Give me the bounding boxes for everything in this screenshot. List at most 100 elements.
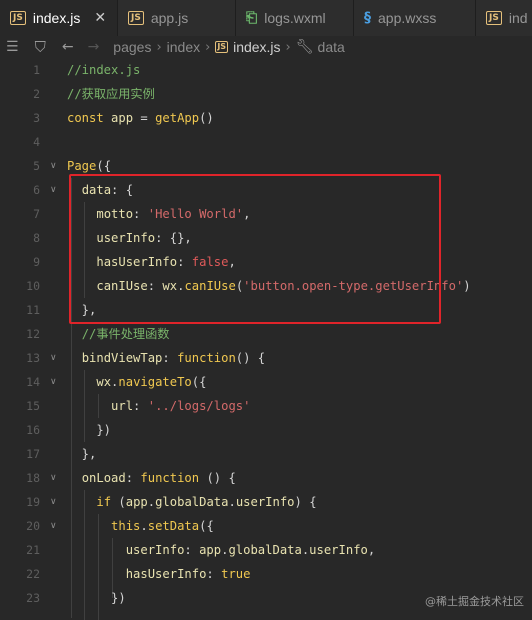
code-token: userInfo <box>125 543 185 557</box>
code-line[interactable]: 12 //事件处理函数 <box>0 322 532 346</box>
code-line[interactable]: 22 hasUserInfo: true <box>0 562 532 586</box>
code-token: setData <box>147 519 200 533</box>
code-line[interactable]: 1 //index.js <box>0 58 532 82</box>
css-file-icon: § <box>364 10 371 26</box>
line-number: 10 <box>26 279 40 293</box>
tab-logs-wxml[interactable]: ⎗ logs.wxml <box>236 0 354 36</box>
code-line[interactable]: 21 userInfo: app.globalData.userInfo, <box>0 538 532 562</box>
line-number: 14 <box>26 375 40 389</box>
code-token: ({ <box>96 159 112 173</box>
code-token: function <box>140 471 200 485</box>
breadcrumb-item-symbol[interactable]: data <box>318 39 345 55</box>
code-token: : <box>125 471 141 485</box>
code-token: userInfo <box>309 543 368 557</box>
code-token: app <box>199 543 222 557</box>
code-token: //获取应用实例 <box>67 87 155 101</box>
code-line[interactable]: 16 }) <box>0 418 532 442</box>
fold-chevron-icon[interactable]: ∨ <box>50 370 57 394</box>
fold-chevron-icon[interactable]: ∨ <box>50 154 57 178</box>
code-text: hasUserInfo: true <box>67 562 251 586</box>
code-line[interactable]: 14 ∨ wx.navigateTo({ <box>0 370 532 394</box>
fold-chevron-icon[interactable]: ∨ <box>50 178 57 202</box>
fold-chevron-icon[interactable]: ∨ <box>50 466 57 490</box>
line-number: 17 <box>26 447 40 461</box>
code-line[interactable]: 19 ∨ if (app.globalData.userInfo) { <box>0 490 532 514</box>
line-number: 20 <box>26 519 40 533</box>
code-text: wx.navigateTo({ <box>67 370 206 394</box>
code-token: userInfo <box>235 495 295 509</box>
tab-ind[interactable]: JS ind <box>476 0 532 36</box>
line-number: 12 <box>26 327 40 341</box>
code-line[interactable]: 13 ∨ bindViewTap: function() { <box>0 346 532 370</box>
code-line[interactable]: 17 }, <box>0 442 532 466</box>
code-token: , <box>367 543 376 557</box>
code-line[interactable]: 20 ∨ this.setData({ <box>0 514 532 538</box>
code-token: wx <box>96 375 112 389</box>
tab-app-js[interactable]: JS app.js <box>118 0 236 36</box>
code-token: : <box>162 351 178 365</box>
code-token: ({ <box>191 375 207 389</box>
line-number: 23 <box>26 591 40 605</box>
editor-tab-bar: JS index.js ✕ JS app.js ⎗ logs.wxml § app.wxss JS… <box>0 0 532 37</box>
line-number: 21 <box>26 543 40 557</box>
breadcrumb-item-file[interactable]: index.js <box>233 39 280 55</box>
line-number: 7 <box>33 207 40 221</box>
breadcrumb-item-pages[interactable]: pages <box>113 39 151 55</box>
code-text: url: '../logs/logs' <box>67 394 250 418</box>
code-token: app <box>111 111 134 125</box>
tab-label: app.js <box>150 10 189 26</box>
fold-chevron-icon[interactable]: ∨ <box>50 514 57 538</box>
code-text: }) <box>67 586 126 610</box>
tab-label: logs.wxml <box>264 10 326 26</box>
wrench-icon: 🔧︎ <box>295 39 314 55</box>
code-text: if (app.globalData.userInfo) { <box>67 490 317 514</box>
code-token: getApp <box>155 111 200 125</box>
code-token: () { <box>199 471 236 485</box>
code-editor[interactable]: 1//index.js 2//获取应用实例 3 const app = getApp(… <box>0 58 532 620</box>
code-line[interactable]: 2 //获取应用实例 <box>0 82 532 106</box>
code-line[interactable]: 4 <box>0 130 532 154</box>
js-file-icon: JS <box>128 11 144 25</box>
fold-chevron-icon[interactable]: ∨ <box>50 490 57 514</box>
code-line[interactable]: 15 url: '../logs/logs' <box>0 394 532 418</box>
code-token: }) <box>67 423 112 437</box>
code-token: hasUserInfo <box>125 567 207 581</box>
code-token: ) { <box>294 495 317 509</box>
code-token: : <box>133 399 148 413</box>
arrow-left-icon[interactable]: ← <box>62 39 74 55</box>
js-file-icon: JS <box>486 11 502 25</box>
tab-index-js[interactable]: JS index.js ✕ <box>0 0 118 36</box>
code-token: globalData <box>228 543 302 557</box>
line-number: 11 <box>26 303 40 317</box>
code-token: ) <box>463 279 471 293</box>
watermark: @稀土掘金技术社区 <box>425 595 524 608</box>
breadcrumb-item-index[interactable]: index <box>167 39 200 55</box>
arrow-right-icon[interactable]: → <box>88 39 100 55</box>
fold-chevron-icon[interactable]: ∨ <box>50 346 57 370</box>
line-number: 3 <box>33 111 40 125</box>
code-token: bindViewTap <box>81 351 163 365</box>
code-line[interactable]: 18 ∨ onLoad: function () { <box>0 466 532 490</box>
code-token: }, <box>67 447 97 461</box>
line-number: 18 <box>26 471 40 485</box>
chevron-right-icon: › <box>156 39 162 55</box>
tab-app-wxss[interactable]: § app.wxss <box>354 0 476 36</box>
list-icon[interactable]: ☰ <box>6 39 19 55</box>
wxml-file-icon: ⎗ <box>246 10 258 26</box>
bookmark-icon[interactable]: ⛉ <box>35 38 46 56</box>
code-token: ( <box>111 495 126 509</box>
highlight-box <box>69 174 441 324</box>
line-number: 16 <box>26 423 40 437</box>
code-token: navigateTo <box>118 375 192 389</box>
code-text: }, <box>67 442 97 466</box>
code-text: bindViewTap: function() { <box>67 346 265 370</box>
code-line[interactable]: 3 const app = getApp() <box>0 106 532 130</box>
close-icon[interactable]: ✕ <box>94 10 106 26</box>
tab-label: app.wxss <box>378 10 437 26</box>
